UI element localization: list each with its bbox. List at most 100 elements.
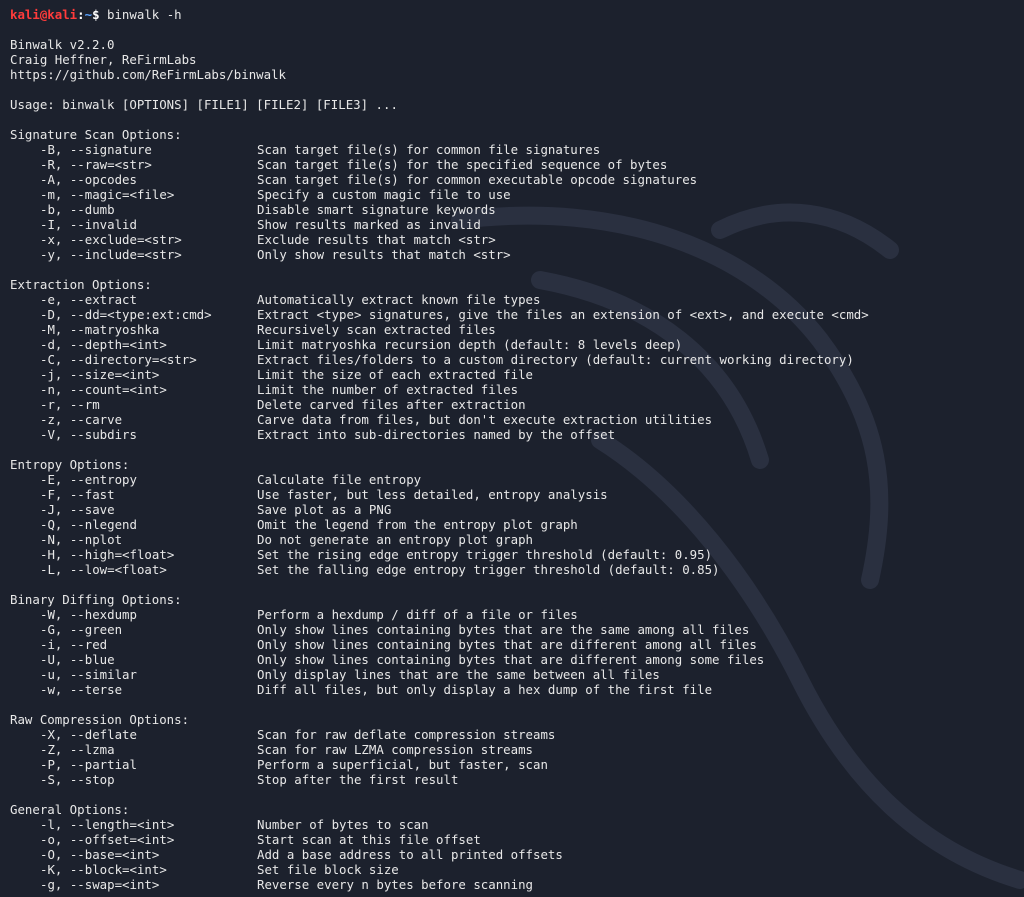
option-description: Extract into sub-directories named by th… [257,427,616,442]
option-sections: Signature Scan Options: -B, --signature Sc… [10,127,1024,892]
option-description: Disable smart signature keywords [257,202,496,217]
section-title: Extraction Options: [10,277,152,292]
option-row: -m, --magic=<file> Specify a custom magic… [10,187,1024,202]
option-flag: -j, --size=<int> [40,367,160,382]
option-row: -A, --opcodes Scan target file(s) for com… [10,172,1024,187]
option-description: Extract <type> signatures, give the file… [257,307,869,322]
prompt-line: kali@kali:~$ binwalk -h [10,7,182,22]
section-title: General Options: [10,802,130,817]
option-flag: -H, --high=<float> [40,547,175,562]
option-section: Extraction Options: -e, --extract Automati… [10,277,1024,457]
option-flag: -S, --stop [40,772,115,787]
option-flag: -R, --raw=<str> [40,157,152,172]
option-flag: -d, --depth=<int> [40,337,167,352]
option-section: Entropy Options: -E, --entropy Calculate f… [10,457,1024,592]
option-flag: -G, --green [40,622,123,637]
option-row: -w, --terse Diff all files, but only disp… [10,682,1024,697]
option-description: Start scan at this file offset [257,832,481,847]
option-row: -Z, --lzma Scan for raw LZMA compression … [10,742,1024,757]
option-row: -o, --offset=<int> Start scan at this fil… [10,832,1024,847]
option-row: -I, --invalid Show results marked as inva… [10,217,1024,232]
option-flag: -B, --signature [40,142,152,157]
option-flag: -U, --blue [40,652,115,667]
option-row: -X, --deflate Scan for raw deflate compre… [10,727,1024,742]
option-flag: -X, --deflate [40,727,137,742]
option-row: -N, --nplot Do not generate an entropy pl… [10,532,1024,547]
option-description: Recursively scan extracted files [257,322,496,337]
option-row: -g, --swap=<int> Reverse every n bytes be… [10,877,1024,892]
option-row: -K, --block=<int> Set file block size [10,862,1024,877]
option-description: Omit the legend from the entropy plot gr… [257,517,578,532]
option-description: Only show lines containing bytes that ar… [257,622,750,637]
option-row: -y, --include=<str> Only show results tha… [10,247,1024,262]
option-section: General Options: -l, --length=<int> Number… [10,802,1024,892]
option-flag: -Z, --lzma [40,742,115,757]
option-description: Perform a hexdump / diff of a file or fi… [257,607,578,622]
terminal-window[interactable]: kali@kali:~$ binwalk -h Binwalk v2.2.0 C… [0,0,1024,897]
option-description: Only show lines containing bytes that ar… [257,637,757,652]
option-flag: -C, --directory=<str> [40,352,197,367]
option-row: -n, --count=<int> Limit the number of ext… [10,382,1024,397]
version-line: Binwalk v2.2.0 [10,37,115,52]
option-row: -Q, --nlegend Omit the legend from the en… [10,517,1024,532]
option-description: Scan for raw LZMA compression streams [257,742,534,757]
section-title: Raw Compression Options: [10,712,190,727]
option-row: -z, --carve Carve data from files, but do… [10,412,1024,427]
option-description: Scan target file(s) for the specified se… [257,157,668,172]
option-description: Automatically extract known file types [257,292,541,307]
option-description: Only show results that match <str> [257,247,511,262]
option-flag: -K, --block=<int> [40,862,167,877]
option-description: Exclude results that match <str> [257,232,496,247]
option-flag: -O, --base=<int> [40,847,160,862]
option-row: -C, --directory=<str> Extract files/folde… [10,352,1024,367]
option-flag: -N, --nplot [40,532,123,547]
option-flag: -i, --red [40,637,108,652]
option-row: -j, --size=<int> Limit the size of each e… [10,367,1024,382]
option-description: Set file block size [257,862,399,877]
option-description: Stop after the first result [257,772,459,787]
option-description: Only show lines containing bytes that ar… [257,652,765,667]
option-flag: -I, --invalid [40,217,137,232]
option-row: -F, --fast Use faster, but less detailed,… [10,487,1024,502]
option-flag: -M, --matryoshka [40,322,160,337]
option-description: Save plot as a PNG [257,502,392,517]
option-flag: -r, --rm [40,397,100,412]
option-description: Calculate file entropy [257,472,422,487]
author-line: Craig Heffner, ReFirmLabs [10,52,197,67]
option-description: Scan for raw deflate compression streams [257,727,556,742]
option-flag: -b, --dumb [40,202,115,217]
option-description: Set the rising edge entropy trigger thre… [257,547,713,562]
option-row: -M, --matryoshka Recursively scan extract… [10,322,1024,337]
option-flag: -W, --hexdump [40,607,137,622]
option-row: -U, --blue Only show lines containing byt… [10,652,1024,667]
option-flag: -y, --include=<str> [40,247,182,262]
url-line: https://github.com/ReFirmLabs/binwalk [10,67,287,82]
option-row: -R, --raw=<str> Scan target file(s) for t… [10,157,1024,172]
option-section: Raw Compression Options: -X, --deflate Sca… [10,712,1024,802]
option-description: Specify a custom magic file to use [257,187,511,202]
option-description: Limit the size of each extracted file [257,367,534,382]
option-row: -V, --subdirs Extract into sub-directorie… [10,427,1024,442]
option-flag: -m, --magic=<file> [40,187,175,202]
option-flag: -F, --fast [40,487,115,502]
option-description: Do not generate an entropy plot graph [257,532,534,547]
section-title: Signature Scan Options: [10,127,182,142]
option-flag: -Q, --nlegend [40,517,137,532]
option-flag: -g, --swap=<int> [40,877,160,892]
option-description: Set the falling edge entropy trigger thr… [257,562,720,577]
command-text: binwalk -h [107,7,182,22]
option-description: Add a base address to all printed offset… [257,847,563,862]
option-description: Number of bytes to scan [257,817,429,832]
option-description: Reverse every n bytes before scanning [257,877,534,892]
option-flag: -A, --opcodes [40,172,137,187]
option-row: -u, --similar Only display lines that are… [10,667,1024,682]
option-flag: -e, --extract [40,292,137,307]
prompt-user-host: kali@kali [10,7,78,22]
option-flag: -z, --carve [40,412,123,427]
option-row: -E, --entropy Calculate file entropy [10,472,1024,487]
option-section: Signature Scan Options: -B, --signature Sc… [10,127,1024,277]
option-description: Limit the number of extracted files [257,382,519,397]
option-row: -l, --length=<int> Number of bytes to sca… [10,817,1024,832]
usage-line: Usage: binwalk [OPTIONS] [FILE1] [FILE2]… [10,97,398,112]
option-description: Scan target file(s) for common executabl… [257,172,698,187]
